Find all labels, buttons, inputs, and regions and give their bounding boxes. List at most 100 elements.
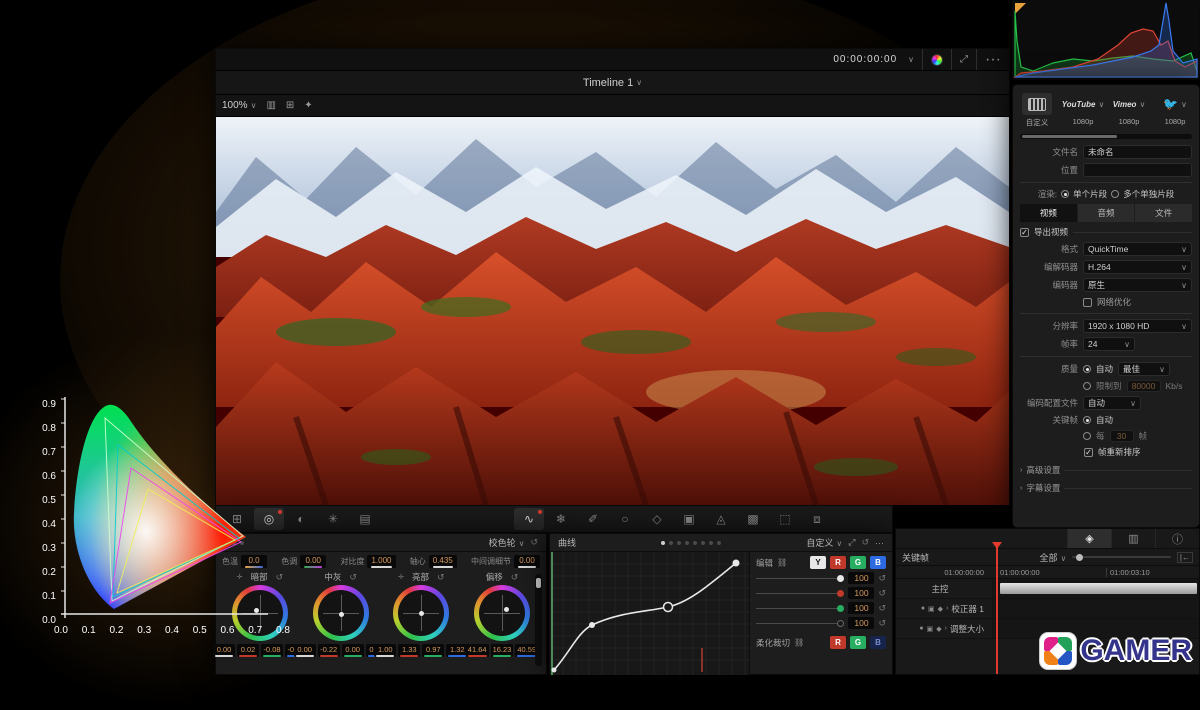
wheels-mode-dropdown[interactable]: 校色轮∨ [489, 536, 525, 549]
reset-icon[interactable]: ↺ [878, 588, 886, 599]
contrast-value[interactable]: 1.000 [367, 555, 395, 568]
zoom-level-dropdown[interactable]: 100%∨ [222, 100, 256, 111]
tab-audio[interactable]: 音频 [1078, 204, 1135, 222]
expand-icon[interactable]: ⤢ [960, 54, 968, 65]
reset-icon[interactable]: ↺ [349, 572, 357, 583]
lock-icon[interactable]: ▣ [928, 605, 935, 613]
link-icon[interactable]: ⛓ [777, 558, 787, 567]
r-gain-slider[interactable] [756, 593, 844, 594]
enable-dot-icon[interactable]: ● [919, 625, 923, 632]
keyframe-diamond-icon[interactable]: ◆ [938, 605, 943, 613]
channel-y-button[interactable]: Y [810, 556, 826, 569]
quality-restrict-radio[interactable] [1083, 382, 1091, 390]
quality-best-select[interactable]: 最佳∨ [1118, 362, 1170, 376]
rgb-mixer-icon[interactable]: ✳ [318, 508, 348, 530]
stereo-3d-icon[interactable]: ⧈ [802, 508, 832, 530]
channel-r-button[interactable]: R [830, 556, 846, 569]
keyframe-interval-input[interactable]: 30 [1110, 430, 1134, 442]
preset-vimeo[interactable]: Vimeo∨ 1080p [1114, 93, 1144, 126]
sizing-icon[interactable]: ⬚ [770, 508, 800, 530]
keyframes-filter-dropdown[interactable]: 全部∨ [1040, 551, 1067, 564]
g-gain-slider[interactable] [756, 608, 844, 609]
timeline-name[interactable]: Timeline 1 [583, 77, 633, 89]
midtone-detail-value[interactable]: 0.00 [514, 555, 540, 568]
color-warper-icon[interactable]: ❄ [546, 508, 576, 530]
keyframe-diamond-icon[interactable]: ◆ [936, 625, 941, 633]
keyframes-zoom-slider[interactable] [1072, 556, 1171, 558]
softclip-r-button[interactable]: R [830, 636, 846, 649]
reset-icon[interactable]: ↺ [511, 572, 519, 583]
location-input[interactable] [1083, 163, 1192, 177]
blur-icon[interactable]: ◬ [706, 508, 736, 530]
softclip-b-button[interactable]: B [870, 636, 886, 649]
render-single-radio[interactable] [1061, 190, 1069, 198]
channel-b-button[interactable]: B [870, 556, 886, 569]
tint-value[interactable]: 0.00 [300, 555, 326, 568]
b-gain-slider[interactable] [756, 623, 844, 624]
scopes-tab-icon[interactable]: ▥ [1111, 529, 1155, 548]
export-video-checkbox[interactable]: ✓ [1020, 228, 1029, 237]
track-corrector-1[interactable]: ● ▣ ◆ › 校正器 1 [896, 599, 1199, 619]
reset-icon[interactable]: ↺ [878, 573, 886, 584]
keyframes-ruler[interactable]: 01:00:00:00 01:00:00:00 01:00:03:10 [896, 566, 1199, 579]
page-dots[interactable] [661, 541, 721, 545]
bitrate-input[interactable]: 80000 [1127, 380, 1161, 392]
qualifier-icon[interactable]: ✐ [578, 508, 608, 530]
key-icon[interactable]: ▩ [738, 508, 768, 530]
offset-wheel[interactable] [474, 585, 530, 641]
viewer-timecode[interactable]: 00:00:00:00 [833, 54, 897, 65]
keyframe-auto-radio[interactable] [1083, 416, 1091, 424]
power-window-shape-icon[interactable]: ◇ [642, 508, 672, 530]
split-grid-icon[interactable]: ⊞ [286, 100, 294, 111]
quality-auto-radio[interactable] [1083, 365, 1091, 373]
more-menu-icon[interactable]: ··· [985, 51, 1001, 69]
hdr-grade-icon[interactable]: ◐ [286, 508, 316, 530]
curves-mode-dropdown[interactable]: 自定义∨ [806, 536, 842, 549]
wipe-compare-icon[interactable]: ▥ [266, 100, 275, 111]
curves-icon[interactable]: ∿ [514, 508, 544, 530]
softclip-g-button[interactable]: G [850, 636, 866, 649]
gain-wheel[interactable] [393, 585, 449, 641]
track-master[interactable]: 主控 [896, 579, 1199, 599]
expand-icon[interactable]: ⤢ [848, 537, 855, 548]
subtitle-settings-row[interactable]: ›字幕设置 [1020, 482, 1192, 494]
pivot-value[interactable]: 0.435 [429, 555, 457, 568]
power-window-circle-icon[interactable]: ○ [610, 508, 640, 530]
tab-video[interactable]: 视频 [1020, 204, 1077, 222]
link-icon[interactable]: ⛓ [794, 638, 804, 647]
render-multiple-radio[interactable] [1111, 190, 1119, 198]
codec-select[interactable]: H.264∨ [1083, 260, 1192, 274]
reset-icon[interactable]: ↺ [878, 618, 886, 629]
preset-twitter[interactable]: 🐦∨ 1080p [1160, 93, 1190, 126]
resolution-select[interactable]: 1920 x 1080 HD∨ [1083, 319, 1192, 333]
reset-icon[interactable]: ↺ [878, 603, 886, 614]
keyframes-tab-icon[interactable]: ◈ [1067, 529, 1111, 548]
preset-scrollbar[interactable] [1020, 134, 1192, 139]
frame-reordering-checkbox[interactable]: ✓ [1084, 448, 1093, 457]
framerate-select[interactable]: 24∨ [1083, 337, 1135, 351]
highlight-wand-icon[interactable]: ✦ [304, 100, 312, 111]
lock-icon[interactable]: ▣ [927, 625, 934, 633]
keyframe-every-radio[interactable] [1083, 432, 1091, 440]
encoder-select[interactable]: 原生∨ [1083, 278, 1192, 292]
filename-input[interactable]: 未命名 [1083, 145, 1192, 159]
tracker-icon[interactable]: ▣ [674, 508, 704, 530]
expand-chevron-icon[interactable]: › [946, 605, 948, 612]
encoding-profile-select[interactable]: 自动∨ [1083, 396, 1141, 410]
network-optimization-checkbox[interactable]: ✓ [1083, 298, 1092, 307]
preset-custom[interactable]: 自定义 [1022, 93, 1052, 128]
gamma-wheel[interactable] [313, 585, 369, 641]
playhead[interactable] [996, 542, 998, 674]
chevron-down-icon[interactable]: ∨ [636, 78, 642, 87]
snap-edge-icon[interactable]: |← [1177, 552, 1193, 563]
master-track-bar[interactable] [1000, 583, 1197, 594]
curve-graph[interactable] [550, 552, 750, 675]
master-wheel-slider[interactable] [535, 574, 542, 666]
advanced-settings-row[interactable]: ›高级设置 [1020, 464, 1192, 476]
format-select[interactable]: QuickTime∨ [1083, 242, 1192, 256]
reset-icon[interactable]: ↺ [437, 572, 445, 583]
reset-icon[interactable]: ↺ [861, 537, 869, 548]
channel-g-button[interactable]: G [850, 556, 866, 569]
preset-youtube[interactable]: YouTube∨ 1080p [1068, 93, 1098, 126]
info-tab-icon[interactable]: ⓘ [1155, 529, 1199, 548]
